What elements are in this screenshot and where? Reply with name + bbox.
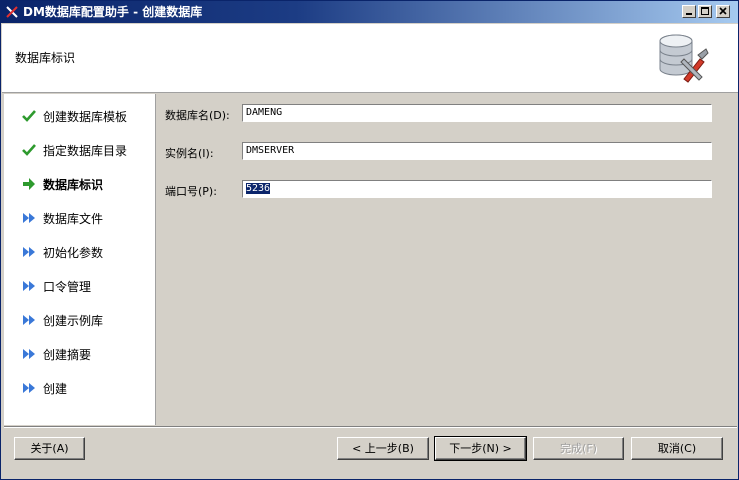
window-title: DM数据库配置助手 - 创建数据库 [23,5,203,19]
step-label: 创建摘要 [43,348,92,362]
close-icon [719,7,727,15]
step-item-db-directory: 指定数据库目录 [22,140,152,160]
step-label: 数据库标识 [43,178,104,192]
step-item-create-template: 创建数据库模板 [22,106,152,126]
double-arrow-icon [23,315,35,325]
port-row: 端口号(P): 5236 [165,180,725,200]
wizard-header: 数据库标识 [2,24,738,93]
maximize-button[interactable] [698,5,712,18]
back-button[interactable]: < 上一步(B) [337,437,429,460]
port-label: 端口号(P): [165,185,217,198]
minimize-icon [686,13,692,15]
instance-name-label: 实例名(I): [165,147,214,160]
instance-name-value: DMSERVER [246,145,295,156]
steps-sidebar: 创建数据库模板 指定数据库目录 数据库标识 数据库文件 初始化参数 口令管理 创… [4,94,156,425]
double-arrow-icon [23,247,35,257]
db-name-row: 数据库名(D): DAMENG [165,104,725,124]
double-arrow-icon [23,383,35,393]
page-title: 数据库标识 [15,51,76,65]
db-name-value: DAMENG [246,107,283,118]
port-input[interactable]: 5236 [242,180,712,198]
step-label: 数据库文件 [43,212,104,226]
button-divider [4,426,737,428]
step-item-sample-db: 创建示例库 [22,310,152,330]
maximize-icon [701,7,709,15]
step-item-password: 口令管理 [22,276,152,296]
check-icon [22,110,36,122]
db-name-input[interactable]: DAMENG [242,104,712,122]
minimize-button[interactable] [682,5,696,18]
step-label: 创建示例库 [43,314,104,328]
finish-button[interactable]: 完成(F) [533,437,624,460]
step-item-db-identity: 数据库标识 [22,174,152,194]
dialog-window: DM数据库配置助手 - 创建数据库 数据库标识 创建数据库模板 指定数据库目录 … [0,0,739,480]
step-label: 创建 [43,382,68,396]
step-item-create: 创建 [22,378,152,398]
form-panel: 数据库名(D): DAMENG 实例名(I): DMSERVER 端口号(P):… [156,94,737,425]
double-arrow-icon [23,349,35,359]
port-value: 5236 [246,183,271,194]
dm-app-icon [6,6,18,18]
step-label: 口令管理 [43,280,92,294]
step-label: 初始化参数 [43,246,104,260]
about-button[interactable]: 关于(A) [14,437,85,460]
database-config-icon [659,34,709,83]
next-button[interactable]: 下一步(N) > [434,436,527,461]
step-label: 指定数据库目录 [43,144,128,158]
double-arrow-icon [23,281,35,291]
double-arrow-icon [23,213,35,223]
step-item-db-files: 数据库文件 [22,208,152,228]
step-item-init-params: 初始化参数 [22,242,152,262]
instance-name-row: 实例名(I): DMSERVER [165,142,725,162]
check-icon [22,144,36,156]
title-bar[interactable]: DM数据库配置助手 - 创建数据库 [1,1,738,23]
step-item-summary: 创建摘要 [22,344,152,364]
close-button[interactable] [716,5,730,18]
arrow-right-icon [23,178,35,190]
step-label: 创建数据库模板 [43,110,128,124]
cancel-button[interactable]: 取消(C) [631,437,723,460]
instance-name-input[interactable]: DMSERVER [242,142,712,160]
db-name-label: 数据库名(D): [165,109,230,122]
